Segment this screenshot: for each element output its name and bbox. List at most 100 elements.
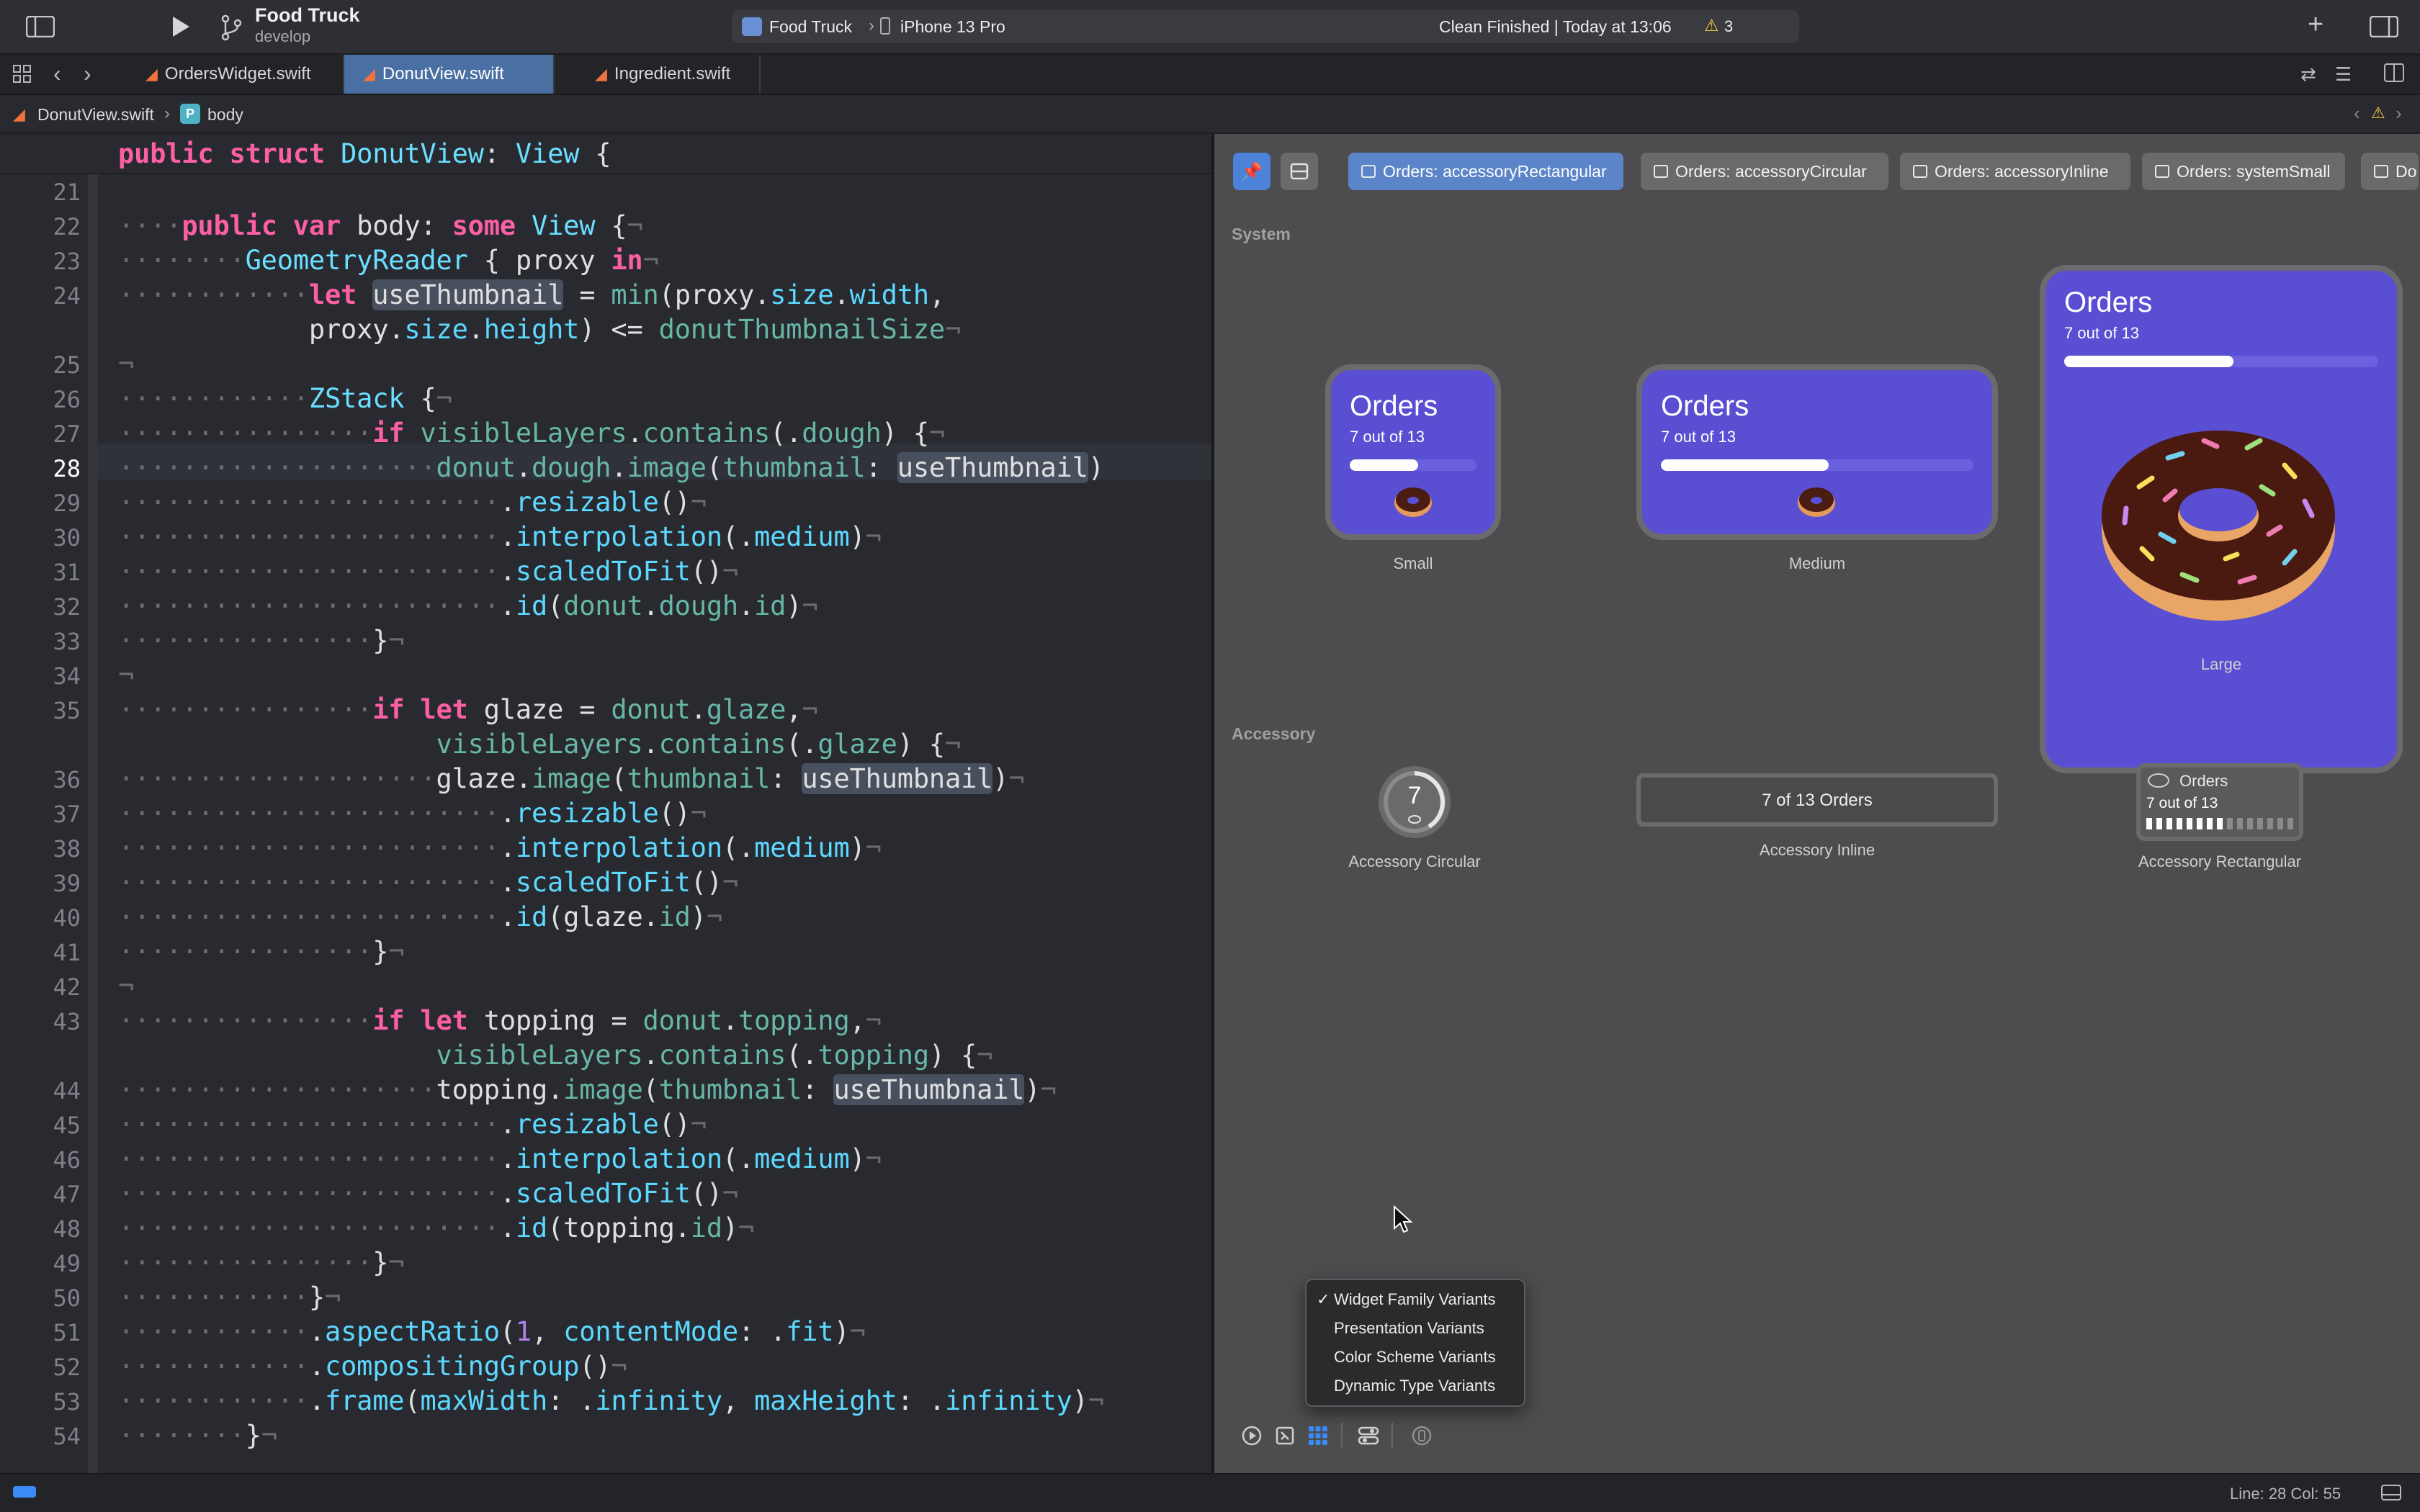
variants-menu: ✓ Widget Family Variants Presentation Var… [1305,1279,1525,1407]
line-number: 44 [53,1077,81,1104]
project-name: Food Truck [255,4,360,26]
line-number: 25 [53,351,81,379]
variant-chip[interactable]: Orders: systemSmall [2142,153,2345,190]
swift-icon: ◢ [145,65,158,83]
breadcrumb-symbol[interactable]: body [207,105,243,125]
variant-chip[interactable]: Do [2361,153,2419,190]
line-number: 38 [53,835,81,863]
navigator-toggle-icon[interactable] [26,16,55,37]
panel-toggle-icon[interactable] [2381,1485,2401,1500]
widget-large[interactable]: Orders 7 out of 13 [2040,265,2403,773]
preview-canvas: 📌 Orders: accessoryRectangular Orders: ac… [1214,134,2420,1473]
menu-item-widget-family[interactable]: ✓ Widget Family Variants [1317,1286,1518,1313]
branch-icon [220,13,242,42]
property-badge: P [180,104,200,124]
menu-item-label: Presentation Variants [1334,1319,1484,1337]
code-line-38: ························.interpolation(.… [118,832,882,863]
widget-title: Orders [1350,390,1438,422]
line-number: 49 [53,1250,81,1277]
variant-chip[interactable]: Orders: accessoryRectangular [1348,153,1623,190]
accessory-inline-widget[interactable]: 7 of 13 Orders [1636,773,1998,827]
chip-label: Orders: accessoryInline [1935,161,2109,181]
line-number: 51 [53,1319,81,1346]
line-number: 35 [53,697,81,724]
change-bar [88,134,98,1473]
grid-icon[interactable] [13,65,32,84]
add-editor-icon[interactable] [2384,63,2404,82]
line-number: 32 [53,593,81,621]
tab-ingredient[interactable]: ◢ Ingredient.swift [576,55,761,94]
editor-options-icon[interactable]: ☰ [2335,63,2352,86]
device-settings-icon[interactable] [1354,1421,1383,1450]
menu-item-presentation[interactable]: Presentation Variants [1317,1315,1518,1342]
line-number: 52 [53,1354,81,1381]
widget-icon [2155,165,2169,178]
swift-icon: ◢ [595,65,607,83]
jump-bar: ◢ DonutView.swift › P body ‹ ⚠ › [0,95,2420,134]
line-number: 30 [53,524,81,552]
variant-chip[interactable]: Orders: accessoryCircular [1641,153,1888,190]
variants-grid-icon[interactable] [1304,1421,1332,1450]
prev-issue-icon[interactable]: ‹ [2354,102,2360,125]
run-button[interactable] [170,14,192,39]
accessory-rectangular-widget[interactable]: Orders 7 out of 13 [2136,763,2303,841]
code-line-50: ············}¬ [118,1282,341,1313]
selectable-mode-icon[interactable] [1270,1421,1299,1450]
rect-title: Orders [2179,772,2228,790]
widget-icon [1361,165,1376,178]
progress-fill [2064,356,2233,367]
destination-selector[interactable]: iPhone 13 Pro [900,17,1005,37]
source-editor[interactable]: 1321222324252627282930313233343536373839… [0,134,1211,1473]
scheme-selector[interactable]: Food Truck [769,17,852,37]
code-sticky-header: public struct DonutView: View { [118,138,611,169]
chevron-right-icon: › [869,16,874,35]
breadcrumb-file[interactable]: DonutView.swift [37,105,154,125]
accessory-circular-widget[interactable]: 7 [1376,763,1453,841]
pin-icon[interactable]: 📌 [1233,153,1270,190]
variant-chip[interactable]: Orders: accessoryInline [1900,153,2130,190]
divider [1392,1423,1393,1449]
code-line-53: ············.frame(maxWidth: .infinity, … [118,1385,1104,1416]
swift-icon: ◢ [13,105,25,123]
line-number: 45 [53,1112,81,1139]
caption-accessory-inline: Accessory Inline [1759,841,1876,859]
preview-selectable-icon[interactable] [1281,153,1318,190]
code-line-43: ················if let topping = donut.t… [118,1005,882,1036]
widget-medium[interactable]: Orders 7 out of 13 [1636,364,1998,540]
swap-icon[interactable]: ⇄ [2300,63,2316,86]
line-number-gutter: 1321222324252627282930313233343536373839… [0,134,94,1473]
line-number: 37 [53,801,81,828]
inspector-toggle-icon[interactable] [2370,16,2398,37]
forward-icon[interactable]: › [84,60,91,87]
code-line-43b: visibleLayers.contains(.topping) {¬ [436,1040,993,1071]
tab-label: Ingredient.swift [614,64,731,84]
widget-title: Orders [2064,287,2153,318]
device-icon[interactable] [1407,1421,1436,1450]
line-number: 27 [53,420,81,448]
caption-accessory-circular: Accessory Circular [1348,852,1481,870]
widget-icon [1654,165,1668,178]
back-icon[interactable]: ‹ [53,60,61,87]
line-number: 41 [53,939,81,966]
widget-small[interactable]: Orders 7 out of 13 [1325,364,1501,540]
next-issue-icon[interactable]: › [2396,102,2402,125]
xcode-window: Food Truck develop Food Truck › iPhone 1… [0,0,2420,1512]
line-number: 23 [53,248,81,275]
divider [1341,1423,1343,1449]
live-preview-icon[interactable] [1237,1421,1266,1450]
menu-item-dynamic-type[interactable]: Dynamic Type Variants [1317,1372,1518,1400]
add-icon[interactable]: + [2308,10,2323,39]
debug-area-toggle-icon[interactable] [13,1486,36,1498]
iphone-icon [880,17,890,35]
warning-icon[interactable]: ⚠ [1704,16,1719,35]
tab-orderswidget[interactable]: ◢ OrdersWidget.swift [127,55,344,94]
widget-icon [2374,165,2388,178]
line-number: 47 [53,1181,81,1208]
tab-donutview[interactable]: ◢ DonutView.swift [344,55,555,94]
warning-icon[interactable]: ⚠ [2371,104,2385,122]
menu-item-color-scheme[interactable]: Color Scheme Variants [1317,1344,1518,1371]
donut-thumbnail [1796,482,1837,518]
chip-label: Orders: accessoryRectangular [1383,161,1607,181]
line-number: 53 [53,1388,81,1416]
code-line-27: ················if visibleLayers.contain… [118,418,945,449]
